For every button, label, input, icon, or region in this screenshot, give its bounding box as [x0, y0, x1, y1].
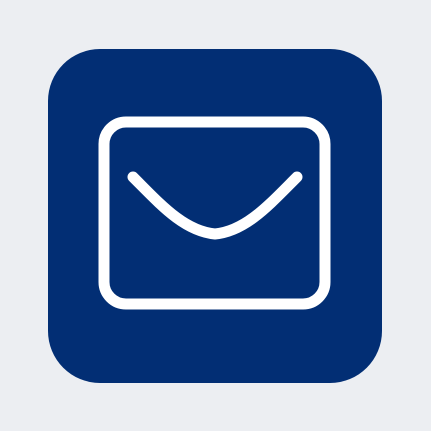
icon-background	[48, 49, 382, 383]
mail-icon	[48, 49, 382, 383]
mail-app-icon[interactable]	[48, 49, 382, 383]
